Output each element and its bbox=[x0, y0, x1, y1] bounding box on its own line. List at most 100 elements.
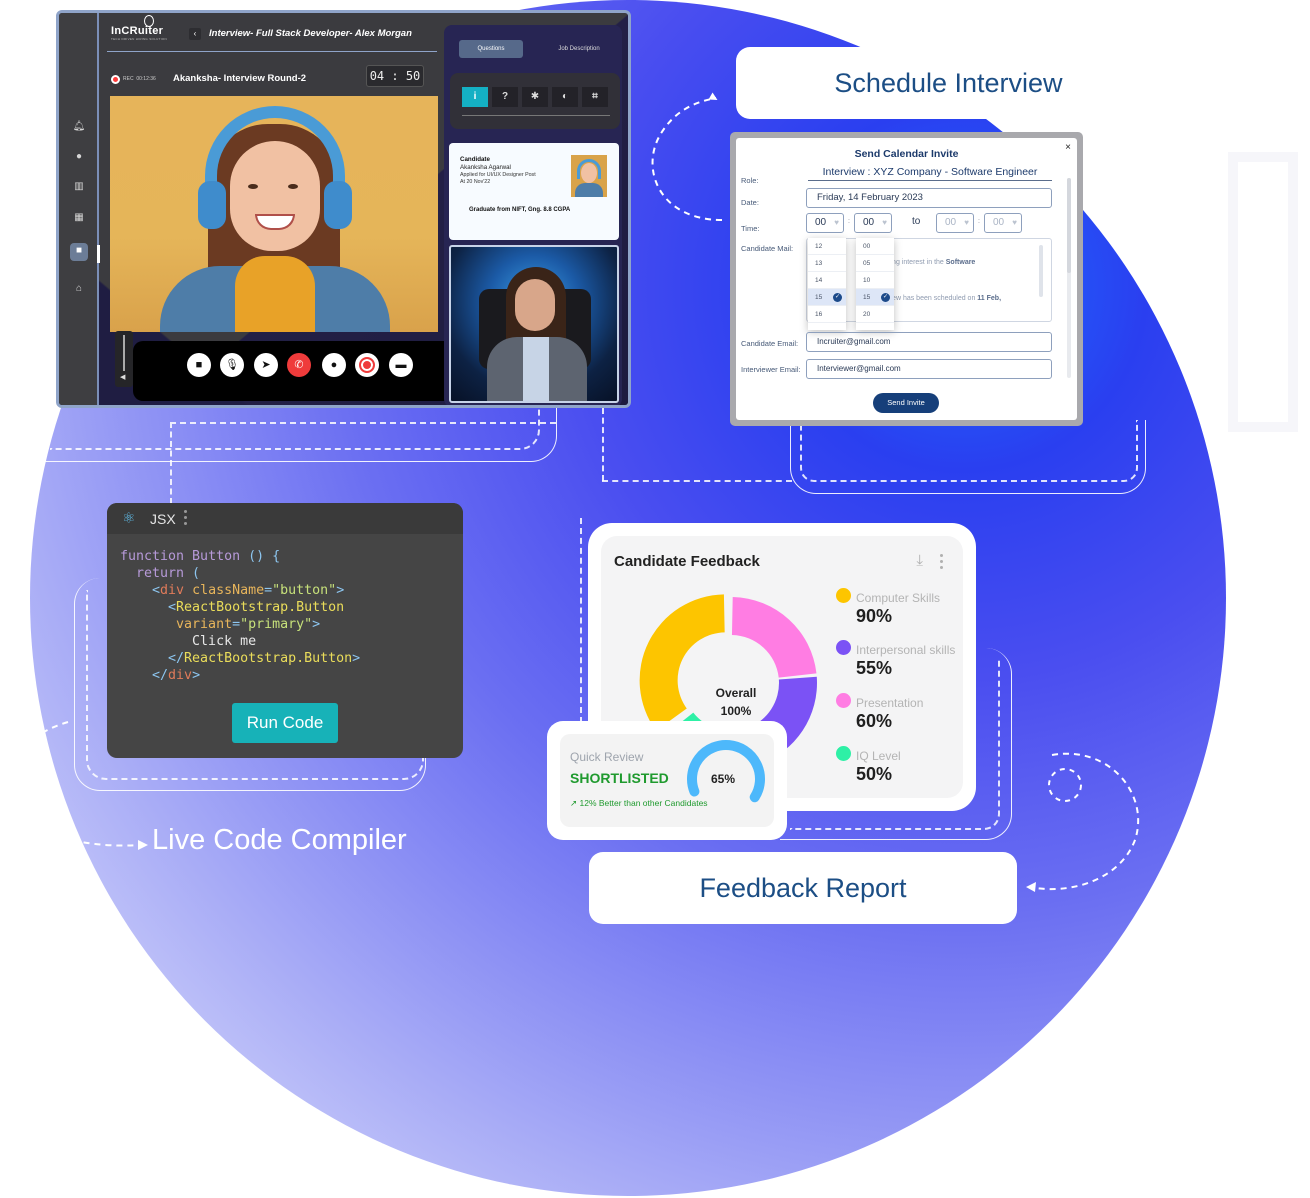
bell-icon[interactable]: 🔔︎ bbox=[69, 119, 89, 135]
legend-value: 55% bbox=[856, 658, 893, 678]
question-icon[interactable]: ? bbox=[492, 87, 518, 107]
rec-time: 00:12:36 bbox=[136, 76, 156, 82]
minute-option[interactable]: 20 bbox=[856, 306, 894, 323]
candidate-email-field[interactable]: Incruiter@gmail.com bbox=[806, 332, 1052, 352]
search-icon[interactable]: ● bbox=[322, 353, 346, 377]
video-icon[interactable]: ■ bbox=[70, 243, 88, 261]
run-code-button[interactable]: Run Code bbox=[232, 703, 338, 743]
code-token: ReactBootstrap.Button bbox=[184, 651, 353, 666]
code-area[interactable]: function Button () { return ( <div class… bbox=[120, 548, 360, 684]
interview-title: Interview- Full Stack Developer- Alex Mo… bbox=[209, 28, 412, 39]
volume-track[interactable] bbox=[123, 335, 125, 371]
more-options-icon[interactable] bbox=[940, 554, 943, 572]
back-button[interactable]: ‹ bbox=[189, 28, 201, 40]
modal-scrollbar[interactable] bbox=[1067, 178, 1071, 378]
code-token: "button" bbox=[272, 583, 337, 598]
tab-questions[interactable]: Questions bbox=[459, 40, 523, 58]
round-title: Akanksha- Interview Round-2 bbox=[173, 73, 307, 84]
participant-video bbox=[205, 106, 345, 196]
info-icon[interactable]: i bbox=[462, 87, 488, 107]
record-icon[interactable] bbox=[355, 353, 379, 377]
close-icon[interactable]: × bbox=[1065, 142, 1071, 153]
start-hour-select[interactable]: 00 ♥ bbox=[806, 213, 844, 233]
end-minute-value: 00 bbox=[993, 217, 1005, 228]
candidate-education: Graduate from NIFT, Gng. 8.8 CGPA bbox=[469, 207, 571, 213]
tab-job-description[interactable]: Job Description bbox=[539, 40, 619, 58]
minute-option[interactable]: 00 bbox=[856, 238, 894, 255]
end-call-icon[interactable]: ✆ bbox=[287, 353, 311, 377]
chevron-down-icon: ♥ bbox=[882, 218, 887, 227]
home-icon[interactable]: ⌂ bbox=[69, 281, 89, 297]
minute-option[interactable]: 05 bbox=[856, 255, 894, 272]
chat-icon[interactable]: ▬ bbox=[389, 353, 413, 377]
code-editor: ⚛ JSX function Button () { return ( <div… bbox=[107, 503, 463, 758]
minute-option[interactable]: 10 bbox=[856, 272, 894, 289]
textarea-scrollbar[interactable] bbox=[1039, 245, 1043, 297]
download-icon[interactable]: ⤓ bbox=[916, 552, 923, 569]
code-token: "primary" bbox=[240, 617, 313, 632]
end-minute-select[interactable]: 00 ♥ bbox=[984, 213, 1022, 233]
participant-video bbox=[523, 337, 549, 401]
candidate-photo bbox=[577, 159, 601, 179]
chart-icon[interactable]: ▥ bbox=[69, 179, 89, 195]
record-indicator-icon bbox=[111, 75, 120, 84]
interviewer-email-label: Interviewer Email: bbox=[741, 365, 801, 374]
countdown-timer: 04 : 50 bbox=[366, 65, 424, 87]
time-label: Time: bbox=[741, 224, 760, 233]
date-label: Date: bbox=[741, 198, 759, 207]
scrollbar-thumb[interactable] bbox=[1067, 178, 1071, 273]
role-label: Role: bbox=[741, 176, 759, 185]
legend-name: Computer Skills bbox=[856, 591, 941, 605]
minute-dropdown: 00 05 10 15 20 bbox=[856, 238, 894, 330]
connector-line bbox=[790, 420, 1146, 494]
participant-video bbox=[324, 181, 352, 229]
candidate-heading: Candidate bbox=[460, 156, 490, 163]
send-icon[interactable]: ➤ bbox=[254, 353, 278, 377]
mail-bold: Software bbox=[945, 259, 976, 266]
hour-option[interactable]: 14 bbox=[808, 272, 846, 289]
code-token: variant bbox=[120, 617, 233, 632]
legend-name: Presentation bbox=[856, 696, 924, 710]
calendar-icon[interactable]: ▦ bbox=[69, 210, 89, 226]
hour-option[interactable]: 12 bbox=[808, 238, 846, 255]
hour-option[interactable]: 13 bbox=[808, 255, 846, 272]
comparison-value: 12% Better than other Candidates bbox=[579, 798, 708, 808]
user-icon[interactable]: ● bbox=[69, 149, 89, 165]
feedback-title: Candidate Feedback bbox=[614, 553, 760, 570]
connector-dashed bbox=[170, 422, 556, 504]
role-field[interactable]: Interview : XYZ Company - Software Engin… bbox=[808, 166, 1052, 181]
code-icon[interactable]: ⌗ bbox=[582, 87, 608, 107]
mail-text: ving interest in the bbox=[887, 259, 946, 266]
side-panel: Questions Job Description i ? ✱ ◐ ⌗ Cand… bbox=[444, 25, 622, 405]
comparison-text: ↗ 12% Better than other Candidates bbox=[570, 798, 708, 809]
volume-slider[interactable]: ◀ bbox=[115, 331, 133, 387]
mail-text: view has been scheduled on bbox=[887, 295, 978, 302]
connector-dashed bbox=[602, 408, 604, 481]
code-token: = bbox=[264, 583, 273, 598]
mail-bold: 11 Feb, bbox=[977, 295, 1002, 302]
code-token: div bbox=[168, 668, 193, 683]
puzzle-icon[interactable]: ✱ bbox=[522, 87, 548, 107]
time-separator: : bbox=[848, 218, 850, 225]
rec-label: REC bbox=[123, 76, 134, 82]
candidate-applied: Applied for UI/UX Designer Post bbox=[460, 172, 536, 178]
camera-icon[interactable]: ■ bbox=[187, 353, 211, 377]
end-hour-select[interactable]: 00 ♥ bbox=[936, 213, 974, 233]
file-tab[interactable]: JSX bbox=[150, 511, 176, 527]
date-field[interactable]: Friday, 14 February 2023 bbox=[806, 188, 1052, 208]
interviewer-email-field[interactable]: Interviewer@gmail.com bbox=[806, 359, 1052, 379]
hour-option-selected[interactable]: 15 bbox=[808, 289, 846, 306]
donut-center-value: 100% bbox=[720, 704, 752, 718]
minute-option-selected[interactable]: 15 bbox=[856, 289, 894, 306]
time-to-label: to bbox=[912, 216, 921, 227]
more-options-icon[interactable] bbox=[184, 510, 188, 528]
start-minute-select[interactable]: 00 ♥ bbox=[854, 213, 892, 233]
brain-icon[interactable]: ◐ bbox=[552, 87, 578, 107]
send-invite-button[interactable]: Send Invite bbox=[873, 393, 939, 413]
mic-icon[interactable]: 🎙︎ bbox=[220, 353, 244, 377]
quick-review-label: Quick Review bbox=[570, 750, 644, 764]
call-controls: ■ 🎙︎ ➤ ✆ ● ▬ bbox=[133, 341, 461, 401]
code-token: div bbox=[160, 583, 185, 598]
hour-option[interactable]: 16 bbox=[808, 306, 846, 323]
app-sidebar: 🔔︎ ● ▥ ▦ ■ ⌂ bbox=[59, 13, 99, 405]
